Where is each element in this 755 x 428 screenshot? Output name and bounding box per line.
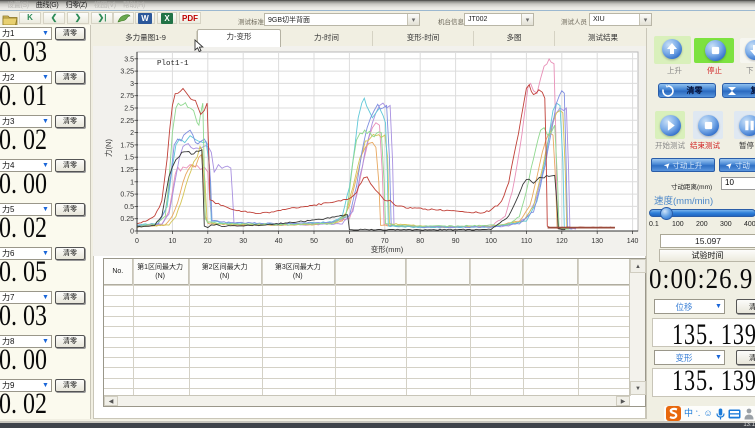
svg-text:3.25: 3.25 bbox=[120, 69, 134, 76]
svg-text:30: 30 bbox=[239, 238, 247, 245]
svg-text:40: 40 bbox=[275, 238, 283, 245]
svg-text:10: 10 bbox=[169, 238, 177, 245]
svg-text:120: 120 bbox=[556, 238, 568, 245]
svg-text:50: 50 bbox=[310, 238, 318, 245]
svg-text:1.25: 1.25 bbox=[120, 167, 134, 174]
svg-text:3: 3 bbox=[130, 81, 134, 88]
svg-text:2.75: 2.75 bbox=[120, 93, 134, 100]
svg-text:变形(mm): 变形(mm) bbox=[371, 244, 404, 254]
svg-text:0.75: 0.75 bbox=[120, 192, 134, 199]
svg-text:1.75: 1.75 bbox=[120, 142, 134, 149]
svg-text:2.5: 2.5 bbox=[124, 106, 134, 113]
svg-text:100: 100 bbox=[485, 238, 497, 245]
svg-text:90: 90 bbox=[452, 238, 460, 245]
svg-text:2: 2 bbox=[130, 130, 134, 137]
svg-text:Plot1-1: Plot1-1 bbox=[157, 60, 189, 68]
svg-text:70: 70 bbox=[381, 238, 389, 245]
svg-text:0: 0 bbox=[130, 229, 134, 236]
svg-text:3.5: 3.5 bbox=[124, 56, 134, 63]
svg-text:0.5: 0.5 bbox=[124, 204, 134, 211]
svg-text:80: 80 bbox=[416, 238, 424, 245]
svg-text:2.25: 2.25 bbox=[120, 118, 134, 125]
svg-text:60: 60 bbox=[346, 238, 354, 245]
svg-text:140: 140 bbox=[627, 238, 639, 245]
svg-text:1: 1 bbox=[130, 179, 134, 186]
svg-text:1.5: 1.5 bbox=[124, 155, 134, 162]
svg-text:0.25: 0.25 bbox=[120, 216, 134, 223]
svg-text:110: 110 bbox=[521, 238, 532, 245]
svg-text:130: 130 bbox=[591, 238, 603, 245]
svg-text:20: 20 bbox=[204, 238, 212, 245]
svg-text:0: 0 bbox=[135, 238, 139, 245]
svg-text:力(N): 力(N) bbox=[103, 139, 113, 157]
